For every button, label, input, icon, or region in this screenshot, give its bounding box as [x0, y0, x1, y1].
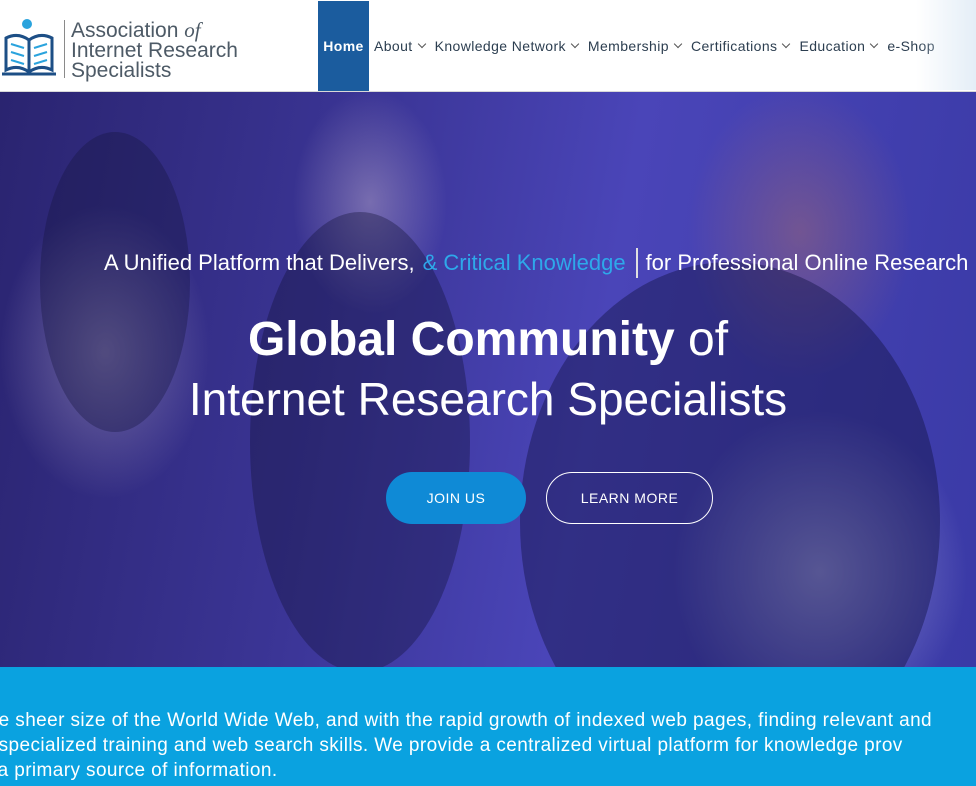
- tagline-start: A Unified Platform that Delivers,: [104, 250, 415, 275]
- logo-line-3: Specialists: [71, 59, 172, 82]
- nav-item-eshop[interactable]: e-Shop: [882, 1, 940, 91]
- hero-title-rest: of: [688, 313, 729, 366]
- site-logo[interactable]: Association of Internet Research Special…: [0, 14, 240, 84]
- intro-line-2: e specialized training and web search sk…: [0, 735, 903, 756]
- nav-item-certifications[interactable]: Certifications: [686, 1, 795, 91]
- intro-section: the sheer size of the World Wide Web, an…: [0, 667, 976, 786]
- logo-text: Association of Internet Research Special…: [71, 20, 238, 82]
- join-us-label: JOIN US: [426, 490, 486, 506]
- hero-background-figure: [250, 212, 470, 667]
- site-header: Association of Internet Research Special…: [0, 0, 976, 92]
- nav-item-home[interactable]: Home: [318, 1, 369, 91]
- hero-tagline: A Unified Platform that Delivers, & Crit…: [104, 248, 968, 278]
- tagline-end: for Professional Online Research: [645, 250, 969, 275]
- join-us-button[interactable]: JOIN US: [386, 472, 526, 524]
- nav-item-about[interactable]: About: [369, 1, 430, 91]
- chevron-down-icon: [870, 39, 879, 49]
- hero-title-line-2: Internet Research Specialists: [188, 373, 788, 425]
- intro-line-3: s a primary source of information.: [0, 760, 278, 781]
- nav-label: Certifications: [690, 38, 778, 54]
- chevron-down-icon: [570, 39, 580, 49]
- nav-item-education[interactable]: Education: [794, 1, 882, 91]
- chevron-down-icon: [782, 39, 791, 49]
- main-nav: Home About Knowledge Network Membership …: [318, 1, 940, 91]
- nav-item-knowledge-network[interactable]: Knowledge Network: [430, 1, 583, 91]
- learn-more-label: LEARN MORE: [580, 490, 679, 506]
- chevron-down-icon: [417, 39, 426, 49]
- typing-cursor: [635, 248, 638, 278]
- nav-label: Education: [799, 38, 866, 54]
- hero-banner: A Unified Platform that Delivers, & Crit…: [0, 92, 976, 667]
- nav-label: Knowledge Network: [434, 38, 566, 54]
- learn-more-button[interactable]: LEARN MORE: [546, 472, 713, 524]
- hero-title-bold: Global Community: [247, 313, 675, 366]
- intro-line-1: the sheer size of the World Wide Web, an…: [0, 710, 933, 731]
- tagline-accent: & Critical Knowledge: [422, 250, 626, 275]
- hero-title: Global Community of Internet Research Sp…: [0, 312, 976, 430]
- nav-label: Home: [323, 38, 364, 54]
- book-logo-icon: [2, 19, 56, 76]
- nav-label: e-Shop: [887, 38, 935, 54]
- logo-divider: [64, 20, 65, 78]
- nav-item-membership[interactable]: Membership: [583, 1, 686, 91]
- nav-label: About: [374, 38, 413, 54]
- logo-line-2: Internet Research: [71, 39, 238, 62]
- intro-text: the sheer size of the World Wide Web, an…: [0, 708, 976, 783]
- chevron-down-icon: [673, 39, 683, 49]
- nav-label: Membership: [587, 38, 669, 54]
